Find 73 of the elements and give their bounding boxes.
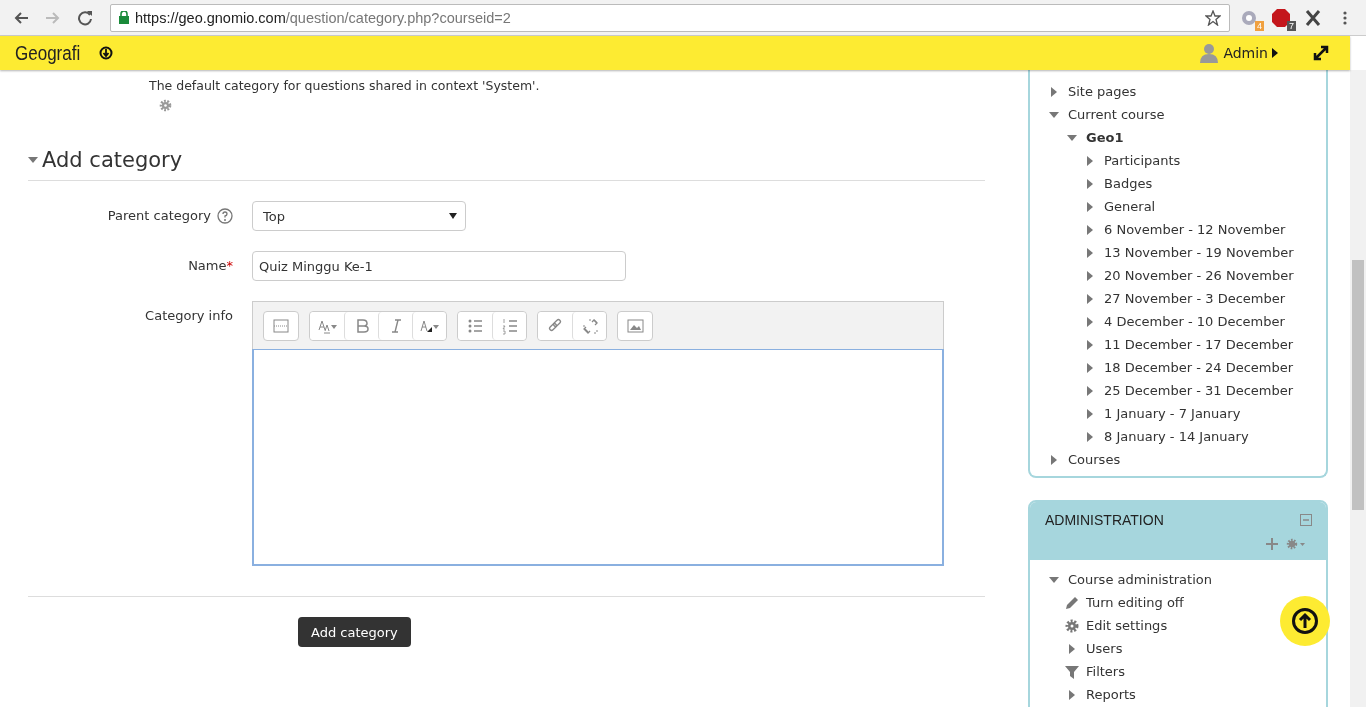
move-icon[interactable] — [1266, 538, 1278, 550]
tree-item[interactable]: 25 December - 31 December — [1082, 379, 1294, 402]
block-title: ADMINISTRATION — [1045, 512, 1164, 528]
tree-item[interactable]: 13 November - 19 November — [1082, 241, 1294, 264]
url-text: https://geo.gnomio.com/question/category.php?courseid=2 — [135, 9, 511, 26]
section-header[interactable]: Add category — [28, 148, 183, 172]
scrollbar[interactable] — [1350, 70, 1366, 707]
tree-item[interactable]: Filters — [1064, 660, 1125, 683]
field-label: Category info — [145, 308, 233, 323]
field-label: Name* — [188, 258, 233, 273]
tree-item[interactable]: Site pages — [1046, 80, 1137, 103]
download-icon[interactable] — [99, 46, 113, 60]
address-bar[interactable]: https://geo.gnomio.com/question/category.php?courseid=2 — [110, 3, 1230, 32]
settings-icon[interactable] — [159, 99, 172, 112]
tree-item[interactable]: 18 December - 24 December — [1082, 356, 1294, 379]
more-icon — [272, 316, 290, 335]
tree-item[interactable]: 4 December - 10 December — [1082, 310, 1285, 333]
tree-item[interactable]: Badges — [1082, 172, 1153, 195]
add-category-button[interactable]: Add category — [298, 617, 411, 647]
tree-item[interactable]: Users — [1064, 637, 1123, 660]
forward-arrow-icon — [45, 9, 61, 26]
site-name[interactable]: Geografi — [15, 41, 87, 65]
parent-category-select[interactable]: Top — [252, 201, 466, 231]
back-arrow-icon — [13, 9, 29, 26]
tree-item[interactable]: 27 November - 3 December — [1082, 287, 1286, 310]
collapse-icon[interactable] — [1300, 514, 1312, 526]
toolbar-button[interactable] — [492, 311, 526, 340]
count-badge: 7 — [1287, 20, 1296, 31]
tree-item[interactable]: Turn editing off — [1064, 591, 1184, 614]
count-badge: 4 — [1255, 20, 1264, 31]
x-icon — [1305, 8, 1321, 27]
user-menu[interactable]: Admin — [1199, 43, 1278, 63]
toolbar-button[interactable] — [572, 311, 606, 340]
filter-icon — [1064, 663, 1080, 680]
tree-item[interactable]: 11 December - 17 December — [1082, 333, 1294, 356]
field-label: Parent category — [107, 208, 211, 223]
gear-icon — [1064, 617, 1080, 634]
unlink-icon — [580, 316, 599, 335]
gear-icon[interactable] — [1286, 538, 1306, 550]
category-description: The default category for questions shared in context 'System'. — [149, 78, 541, 93]
image-icon — [626, 316, 644, 335]
tree-item[interactable]: Reports — [1064, 683, 1136, 706]
menu-icon — [1343, 9, 1347, 26]
tree-item[interactable]: Participants — [1082, 149, 1181, 172]
tree-item[interactable]: Courses — [1046, 448, 1121, 471]
tree-item[interactable]: 1 January - 7 January — [1082, 402, 1241, 425]
pencil-icon — [1064, 594, 1080, 611]
help-icon[interactable] — [217, 208, 233, 224]
star-icon[interactable] — [1205, 9, 1221, 26]
tree-item[interactable]: 8 January - 14 January — [1082, 425, 1249, 448]
tree-item[interactable]: Current course — [1046, 103, 1165, 126]
extension-icon — [1240, 8, 1258, 27]
fullscreen-icon[interactable] — [1312, 44, 1330, 62]
tree-item[interactable]: General — [1082, 195, 1156, 218]
reload-icon — [77, 9, 93, 26]
avatar-icon — [1199, 43, 1220, 63]
extension-button[interactable]: 7 — [1268, 4, 1294, 31]
tree-item[interactable]: Course administration — [1046, 568, 1212, 591]
toolbar-button[interactable] — [263, 310, 299, 341]
toolbar-button[interactable] — [617, 310, 653, 341]
caret-icon — [449, 213, 457, 219]
numbers-icon — [500, 316, 519, 335]
expanded-icon — [28, 157, 38, 163]
caret-icon — [1272, 48, 1278, 58]
tree-item[interactable]: 20 November - 26 November — [1082, 264, 1294, 287]
name-field[interactable]: Quiz Minggu Ke-1 — [252, 251, 626, 281]
stop-sign-icon — [1271, 7, 1291, 28]
tree-item[interactable]: Edit settings — [1064, 614, 1168, 637]
lock-icon — [119, 11, 129, 24]
toolbar-button[interactable] — [412, 311, 446, 340]
tree-item[interactable]: Geo1 — [1064, 126, 1124, 149]
scroll-to-top-button[interactable] — [1280, 596, 1330, 646]
tree-item[interactable]: 6 November - 12 November — [1082, 218, 1286, 241]
